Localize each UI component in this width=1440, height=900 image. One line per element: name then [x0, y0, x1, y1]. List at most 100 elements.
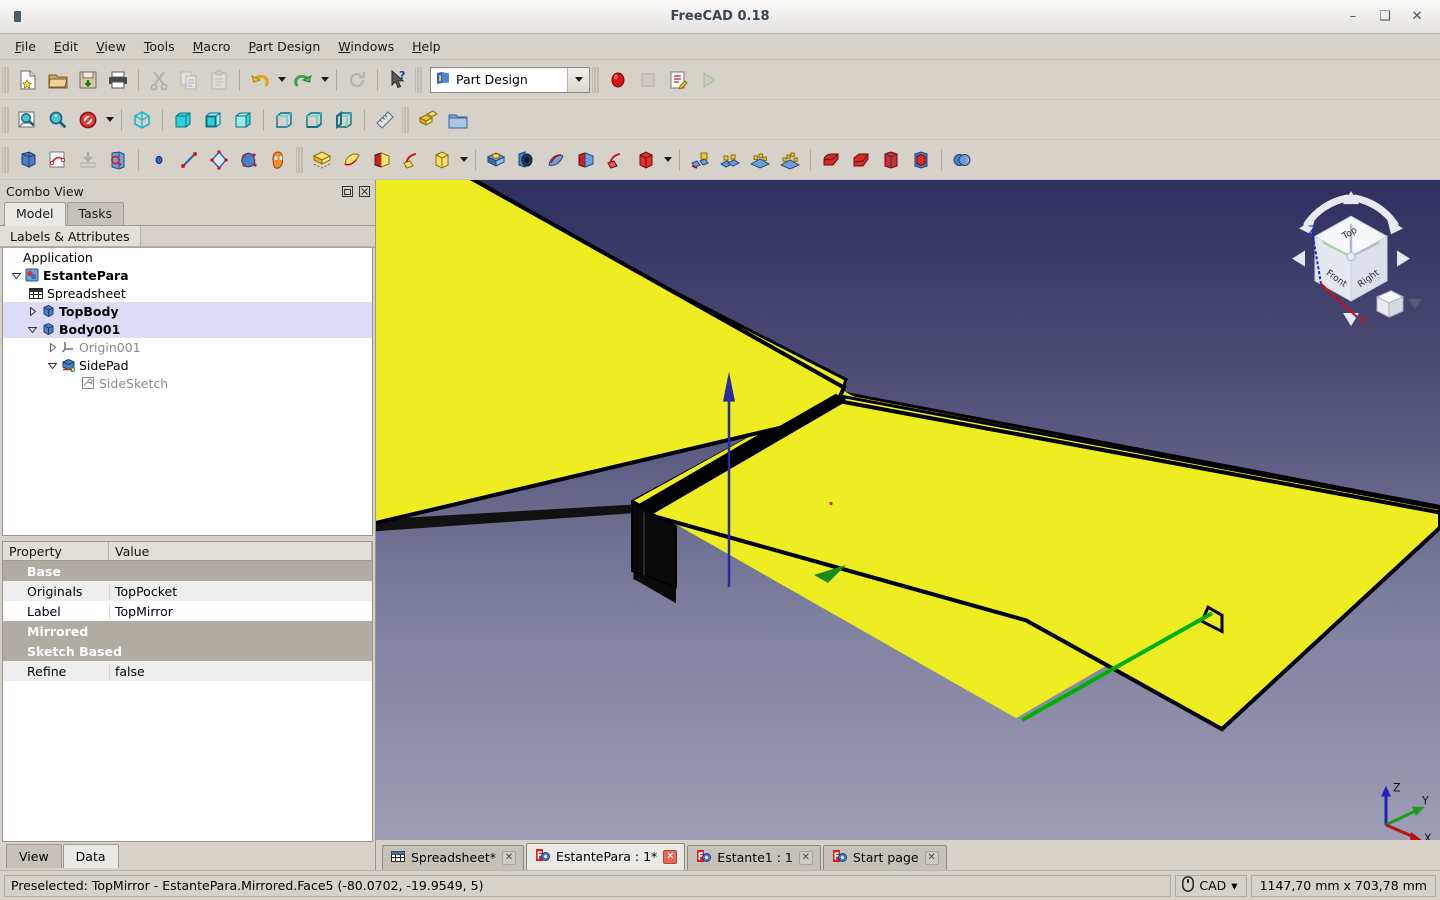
menu-file[interactable]: File — [6, 36, 45, 57]
close-icon[interactable] — [357, 184, 371, 198]
toolbar-grip[interactable] — [2, 146, 10, 173]
multi-transform-icon[interactable] — [775, 145, 805, 175]
menu-edit[interactable]: Edit — [45, 36, 87, 57]
tree-item-sidepad[interactable]: SidePad — [3, 356, 372, 374]
draft-icon[interactable] — [876, 145, 906, 175]
create-group-icon[interactable] — [443, 105, 473, 135]
whats-this-icon[interactable]: ? — [383, 65, 413, 95]
sub-shape-binder-icon[interactable] — [264, 145, 294, 175]
navigation-style-selector[interactable]: CAD ▾ — [1175, 874, 1247, 897]
property-value[interactable]: false — [109, 663, 372, 679]
fillet-icon[interactable] — [816, 145, 846, 175]
front-view-icon[interactable] — [168, 105, 198, 135]
open-document-icon[interactable] — [43, 65, 73, 95]
property-group-sketch-based[interactable]: Sketch Based — [3, 641, 372, 661]
additive-primitive-dropdown-arrow[interactable] — [457, 145, 470, 175]
macro-record-icon[interactable] — [603, 65, 633, 95]
toolbar-grip[interactable] — [402, 106, 410, 133]
maximize-button[interactable]: ❑ — [1370, 4, 1400, 30]
toolbar-grip[interactable] — [2, 106, 10, 133]
tree-item-estantepara[interactable]: EstantePara — [3, 266, 372, 284]
tree-item-spreadsheet[interactable]: Spreadsheet — [3, 284, 372, 302]
datum-plane-icon[interactable] — [204, 145, 234, 175]
tab-tasks[interactable]: Tasks — [66, 202, 125, 225]
subtractive-loft-icon[interactable] — [571, 145, 601, 175]
undock-icon[interactable] — [340, 184, 354, 198]
menu-tools[interactable]: Tools — [135, 36, 184, 57]
doc-tab-spreadsheet[interactable]: Spreadsheet* ✕ — [382, 845, 524, 870]
expand-arrow-closed-icon[interactable] — [25, 306, 39, 316]
mirrored-icon[interactable] — [685, 145, 715, 175]
menu-part-design[interactable]: Part Design — [239, 36, 329, 57]
expand-arrow-closed-icon[interactable] — [45, 342, 59, 352]
create-part-icon[interactable] — [413, 105, 443, 135]
property-value[interactable]: TopMirror — [109, 603, 372, 619]
menu-macro[interactable]: Macro — [184, 36, 240, 57]
rear-view-icon[interactable] — [269, 105, 299, 135]
fit-all-icon[interactable] — [13, 105, 43, 135]
undo-dropdown-arrow[interactable] — [275, 65, 288, 95]
doc-tab-start-page[interactable]: Start page ✕ — [822, 845, 947, 870]
tree-item-topbody[interactable]: TopBody — [3, 302, 372, 320]
toolbar-grip[interactable] — [592, 66, 600, 93]
menu-help[interactable]: Help — [403, 36, 450, 57]
property-row-refine[interactable]: Refine false — [3, 661, 372, 681]
macro-execute-icon[interactable] — [693, 65, 723, 95]
redo-dropdown-arrow[interactable] — [318, 65, 331, 95]
doc-tab-close-icon[interactable]: ✕ — [502, 850, 516, 865]
subtractive-pipe-icon[interactable] — [601, 145, 631, 175]
new-document-icon[interactable] — [13, 65, 43, 95]
doc-tab-close-icon[interactable]: ✕ — [663, 849, 678, 864]
redo-icon[interactable] — [288, 65, 318, 95]
menu-windows[interactable]: Windows — [329, 36, 403, 57]
chevron-down-icon[interactable]: ▾ — [1231, 878, 1237, 893]
hole-icon[interactable] — [511, 145, 541, 175]
boolean-operation-icon[interactable] — [947, 145, 977, 175]
additive-loft-icon[interactable] — [367, 145, 397, 175]
doc-tab-close-icon[interactable]: ✕ — [798, 850, 813, 865]
datum-point-icon[interactable] — [144, 145, 174, 175]
thickness-icon[interactable] — [906, 145, 936, 175]
subtractive-primitive-dropdown-arrow[interactable] — [661, 145, 674, 175]
linear-pattern-icon[interactable] — [715, 145, 745, 175]
tree-item-origin001[interactable]: Origin001 — [3, 338, 372, 356]
workbench-selector[interactable]: Part Design — [430, 66, 590, 93]
property-group-base[interactable]: Base — [3, 561, 372, 581]
revolution-icon[interactable] — [337, 145, 367, 175]
property-row-originals[interactable]: Originals TopPocket — [3, 581, 372, 601]
property-group-mirrored[interactable]: Mirrored — [3, 621, 372, 641]
workbench-dropdown-arrow[interactable] — [567, 67, 589, 92]
paste-icon[interactable] — [204, 65, 234, 95]
draw-style-icon[interactable] — [73, 105, 103, 135]
left-view-icon[interactable] — [329, 105, 359, 135]
validate-sketch-icon[interactable] — [103, 145, 133, 175]
isometric-view-icon[interactable] — [127, 105, 157, 135]
macro-edit-icon[interactable] — [663, 65, 693, 95]
3d-viewport[interactable]: Top Front Right Z X Z Y X — [375, 180, 1440, 840]
toolbar-grip[interactable] — [415, 66, 423, 93]
save-document-icon[interactable] — [73, 65, 103, 95]
refresh-icon[interactable] — [342, 65, 372, 95]
pocket-icon[interactable] — [481, 145, 511, 175]
toolbar-grip[interactable] — [2, 66, 10, 93]
undo-icon[interactable] — [245, 65, 275, 95]
additive-pipe-icon[interactable] — [397, 145, 427, 175]
expand-arrow-open-icon[interactable] — [45, 361, 59, 370]
polar-pattern-icon[interactable] — [745, 145, 775, 175]
tree-item-application[interactable]: Application — [3, 248, 372, 266]
chamfer-icon[interactable] — [846, 145, 876, 175]
toolbar-grip[interactable] — [296, 146, 304, 173]
shape-binder-icon[interactable] — [234, 145, 264, 175]
doc-tab-estante1[interactable]: Estante1 : 1 ✕ — [687, 845, 821, 870]
fit-selection-icon[interactable] — [43, 105, 73, 135]
tree-column-header-labels-attributes[interactable]: Labels & Attributes — [0, 226, 141, 247]
macro-stop-icon[interactable] — [633, 65, 663, 95]
copy-icon[interactable] — [174, 65, 204, 95]
tab-model[interactable]: Model — [4, 202, 66, 226]
bottom-view-icon[interactable] — [299, 105, 329, 135]
right-view-icon[interactable] — [228, 105, 258, 135]
tab-view[interactable]: View — [6, 844, 62, 868]
tree-item-body001[interactable]: Body001 — [3, 320, 372, 338]
datum-line-icon[interactable] — [174, 145, 204, 175]
create-body-icon[interactable] — [13, 145, 43, 175]
